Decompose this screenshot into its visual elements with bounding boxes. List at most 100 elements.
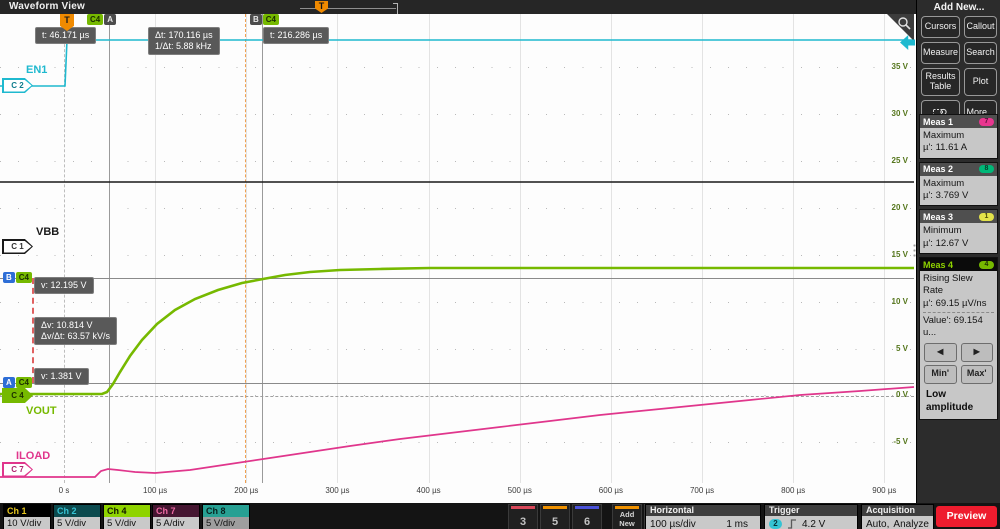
hcursor-b-badge[interactable]: B C4 xyxy=(3,272,32,283)
channel-marker-label: C 4 xyxy=(4,390,32,402)
inactive-channel-number: 3 xyxy=(509,516,537,528)
meas-min-button[interactable]: Min' xyxy=(924,365,957,384)
delta-t-value: Δt: 170.116 µs xyxy=(155,30,213,41)
meas-warning-text: Low amplitude xyxy=(923,387,994,416)
meas-mean-value: µ': 69.15 µV/ns xyxy=(923,298,994,310)
trace-label-en1: EN1 xyxy=(26,64,47,76)
channel-badge-ch7[interactable]: Ch 75 A/div xyxy=(152,504,200,529)
x-axis-tick-label: 500 µs xyxy=(508,486,532,495)
y-axis-tick-label: 0 V xyxy=(866,390,908,399)
minimap-track[interactable] xyxy=(300,8,396,9)
inv-delta-t-value: 1/Δt: 5.88 kHz xyxy=(155,41,213,52)
results-table-button[interactable]: Results Table xyxy=(921,68,960,96)
channel-badge-ch1[interactable]: Ch 110 V/div xyxy=(3,504,51,529)
hcursor-b-letter: B xyxy=(3,272,15,283)
x-axis-tick-label: 800 µs xyxy=(781,486,805,495)
trace-vout[interactable] xyxy=(0,268,914,394)
trace-label-iload: ILOAD xyxy=(16,450,50,462)
channel-badge-ch2[interactable]: Ch 25 V/div xyxy=(53,504,101,529)
meas-next-button[interactable]: ▶ xyxy=(961,343,994,362)
meas-source-badge: 4 xyxy=(979,261,994,269)
cursor-a-source-badge[interactable]: C4 A xyxy=(87,14,116,25)
meas-name: Meas 2 xyxy=(923,164,953,174)
trigger-panel[interactable]: Trigger 2 4.2 V xyxy=(764,504,858,529)
channel-badge-scale: 10 V/div xyxy=(4,517,50,529)
inactive-channel-6[interactable]: 6 xyxy=(572,504,602,529)
meas-mean-value: µ': 11.61 A xyxy=(923,142,994,154)
cursors-button[interactable]: Cursors xyxy=(921,16,960,38)
plot-button[interactable]: Plot xyxy=(964,68,997,96)
horizontal-record-length: 1 ms xyxy=(726,519,756,529)
meas-separator xyxy=(923,312,994,313)
meas-type: Minimum xyxy=(923,225,994,237)
meas-card-header: Meas 2 8 xyxy=(920,163,997,176)
x-axis-tick-label: 600 µs xyxy=(599,486,623,495)
acquisition-title: Acquisition xyxy=(862,505,933,516)
measure-button[interactable]: Measure xyxy=(921,42,960,64)
trace-iload[interactable] xyxy=(0,387,914,477)
meas-card-2[interactable]: Meas 28Maximumµ': 3.769 V xyxy=(919,162,998,207)
x-axis-tick-label: 400 µs xyxy=(417,486,441,495)
callout-button[interactable]: Callout xyxy=(964,16,997,38)
channel-badge-name: Ch 1 xyxy=(4,505,50,517)
channel-badge-name: Ch 8 xyxy=(203,505,249,517)
search-button[interactable]: Search xyxy=(964,42,997,64)
horizontal-scale: 100 µs/div xyxy=(650,519,696,529)
channel-badge-scale: 5 V/div xyxy=(203,517,249,529)
channel-badge-ch4[interactable]: Ch 45 V/div xyxy=(103,504,151,529)
channel-badge-name: Ch 2 xyxy=(54,505,100,517)
inactive-channel-3[interactable]: 3 xyxy=(508,504,538,529)
trigger-source-badge: 2 xyxy=(769,519,782,529)
meas-mean-value: µ': 3.769 V xyxy=(923,190,994,202)
preview-button[interactable]: Preview xyxy=(936,506,997,527)
bottom-bar: Ch 110 V/divCh 25 V/divCh 45 V/divCh 75 … xyxy=(0,503,1000,529)
meas-mean-value: µ': 12.67 V xyxy=(923,238,994,250)
meas-source-badge: 8 xyxy=(979,165,994,173)
meas-nav-row: ◀▶ xyxy=(924,343,993,362)
horizontal-panel[interactable]: Horizontal 100 µs/div 1 ms xyxy=(645,504,761,529)
acquisition-panel[interactable]: Acquisition Auto, Analyze xyxy=(861,504,934,529)
meas-prev-button[interactable]: ◀ xyxy=(924,343,957,362)
meas-card-1[interactable]: Meas 17Maximumµ': 11.61 A xyxy=(919,114,998,159)
trace-en1[interactable] xyxy=(0,40,914,86)
channel-badge-name: Ch 4 xyxy=(104,505,150,517)
add-new-header: Add New... xyxy=(917,2,1000,13)
meas-source-badge: 7 xyxy=(979,118,994,126)
rising-edge-icon xyxy=(787,519,797,529)
meas-card-3[interactable]: Meas 31Minimumµ': 12.67 V xyxy=(919,209,998,254)
add-new-button-grid: CursorsCalloutMeasureSearchResults Table… xyxy=(917,16,1000,126)
inactive-channel-5[interactable]: 5 xyxy=(540,504,570,529)
cursor-b-source-badge[interactable]: B C4 xyxy=(250,14,279,25)
cursor-b-voltage-readout: v: 12.195 V xyxy=(34,277,94,294)
hcursor-b-channel: C4 xyxy=(16,272,32,283)
channel-marker-label: C 2 xyxy=(4,80,32,92)
panel-drag-handle[interactable] xyxy=(913,243,916,257)
meas-max-button[interactable]: Max' xyxy=(961,365,994,384)
page-title: Waveform View xyxy=(9,1,85,12)
x-axis-tick-label: 700 µs xyxy=(690,486,714,495)
inactive-channel-number: 6 xyxy=(573,516,601,528)
channel-badge-scale: 5 A/div xyxy=(153,517,199,529)
meas-card-4[interactable]: Meas 44Rising Slew Rateµ': 69.15 µV/nsVa… xyxy=(919,257,998,420)
cursor-b-letter-badge: B xyxy=(250,14,262,25)
minimap-trigger-marker[interactable]: T xyxy=(315,1,328,13)
hcursor-a-badge[interactable]: A C4 xyxy=(3,377,32,388)
title-bar: Waveform View T xyxy=(0,0,916,15)
dv-dt-value: Δv/Δt: 63.57 kV/s xyxy=(41,331,110,342)
hcursor-a-channel: C4 xyxy=(16,377,32,388)
y-axis-tick-label: 10 V xyxy=(866,297,908,306)
x-axis-tick-label: 300 µs xyxy=(325,486,349,495)
meas-card-body: Minimumµ': 12.67 V xyxy=(920,223,997,253)
meas-card-header: Meas 31 xyxy=(920,210,997,223)
add-new-channel-button[interactable]: Add New xyxy=(612,504,642,529)
oscilloscope-app: Waveform View T T C4 A B C4 B C4 xyxy=(0,0,1000,529)
meas-current-value: Value': 69.154 u... xyxy=(923,315,994,340)
channel-badge-scale: 5 V/div xyxy=(54,517,100,529)
cursor-a-letter-badge: A xyxy=(104,14,116,25)
zoom-box-corner-icon[interactable] xyxy=(886,14,914,41)
trace-layer xyxy=(0,14,916,503)
y-axis-tick-label: 35 V xyxy=(866,62,908,71)
meas-type: Maximum xyxy=(923,130,994,142)
channel-color-stripe xyxy=(511,506,535,509)
channel-badge-ch8[interactable]: Ch 85 V/div xyxy=(202,504,250,529)
